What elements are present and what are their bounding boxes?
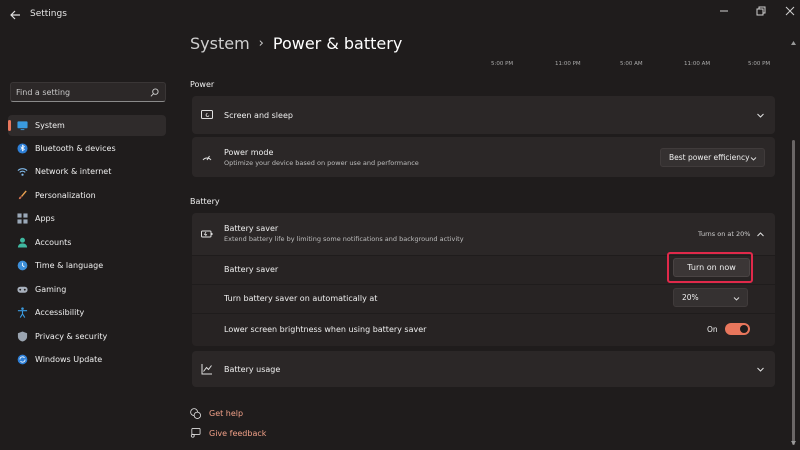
brightness-label: Lower screen brightness when using batte…	[224, 325, 427, 334]
sidebar-item-label: Apps	[35, 214, 55, 223]
chevron-down-icon	[733, 297, 740, 301]
sidebar-item-windows-update[interactable]: Windows Update	[8, 349, 166, 370]
battery-saver-title: Battery saver	[224, 224, 279, 233]
breadcrumb: System › Power & battery	[190, 34, 402, 53]
sidebar-item-label: Accessibility	[35, 308, 85, 317]
battery-saver-icon	[201, 230, 213, 238]
sidebar-item-label: Personalization	[35, 191, 96, 200]
sidebar-item-label: Network & internet	[35, 167, 112, 176]
brightness-row: Lower screen brightness when using batte…	[192, 314, 775, 346]
scroll-up-icon[interactable]	[790, 40, 797, 46]
chart-time-label: 5:00 AM	[620, 61, 643, 67]
power-heading: Power	[190, 80, 215, 89]
person-icon	[17, 237, 28, 248]
search-input[interactable]	[16, 85, 146, 99]
sidebar-item-personalization[interactable]: Personalization	[8, 185, 166, 206]
toggle-knob	[740, 325, 748, 333]
sidebar-item-network[interactable]: Network & internet	[8, 161, 166, 182]
chart-time-label: 11:00 AM	[684, 61, 711, 67]
title-bar: Settings	[0, 0, 800, 30]
back-arrow-icon[interactable]	[8, 8, 22, 22]
search-box[interactable]	[10, 82, 166, 102]
sidebar-item-time-language[interactable]: Time & language	[8, 255, 166, 276]
app-title: Settings	[30, 9, 67, 19]
minimize-icon[interactable]	[714, 4, 734, 18]
battery-saver-card[interactable]: Battery saver Extend battery life by lim…	[192, 213, 775, 255]
auto-threshold-dropdown[interactable]: 20%	[673, 288, 748, 307]
sidebar-item-label: Time & language	[35, 261, 104, 270]
monitor-icon	[17, 121, 28, 131]
give-feedback-link[interactable]: Give feedback	[209, 429, 266, 438]
chart-time-label: 5:00 PM	[491, 61, 514, 67]
brightness-toggle[interactable]	[725, 323, 750, 335]
close-icon[interactable]	[780, 4, 800, 18]
page-title: Power & battery	[272, 34, 403, 53]
power-mode-dropdown[interactable]: Best power efficiency	[660, 148, 765, 167]
battery-saver-subtitle: Extend battery life by limiting some not…	[224, 235, 464, 243]
sidebar-item-bluetooth[interactable]: Bluetooth & devices	[8, 138, 166, 159]
power-mode-icon	[202, 155, 212, 161]
help-icon	[190, 408, 201, 419]
active-indicator	[8, 120, 11, 131]
gamepad-icon	[17, 286, 28, 293]
sidebar-item-label: Gaming	[35, 285, 67, 294]
feedback-icon	[190, 428, 201, 438]
brush-icon	[18, 190, 27, 200]
screen-sleep-card[interactable]: Screen and sleep	[192, 96, 775, 134]
wifi-icon	[17, 168, 28, 176]
breadcrumb-parent[interactable]: System	[190, 34, 250, 53]
accessibility-icon	[17, 307, 28, 318]
sidebar-item-apps[interactable]: Apps	[8, 208, 166, 229]
bluetooth-icon	[17, 143, 28, 154]
search-icon[interactable]	[150, 88, 159, 97]
battery-usage-card[interactable]: Battery usage	[192, 351, 775, 387]
sidebar-item-system[interactable]: System	[8, 115, 166, 136]
sidebar-item-label: Windows Update	[35, 355, 103, 364]
sidebar-item-label: Privacy & security	[35, 332, 108, 341]
scrollbar-thumb[interactable]	[792, 140, 795, 445]
shield-icon	[17, 331, 28, 342]
auto-threshold-value: 20%	[682, 293, 699, 302]
chevron-down-icon[interactable]	[756, 365, 765, 374]
screen-sleep-title: Screen and sleep	[224, 111, 293, 120]
sidebar-item-label: Accounts	[35, 238, 72, 247]
restore-icon[interactable]	[750, 4, 770, 18]
chevron-down-icon	[750, 157, 757, 161]
scroll-down-icon[interactable]	[790, 440, 797, 446]
power-mode-subtitle: Optimize your device based on power use …	[224, 159, 419, 167]
sidebar-item-label: System	[35, 121, 65, 130]
battery-usage-title: Battery usage	[224, 365, 281, 374]
sidebar-item-label: Bluetooth & devices	[35, 144, 116, 153]
breadcrumb-separator-icon: ›	[258, 36, 264, 51]
power-mode-title: Power mode	[224, 148, 274, 157]
sidebar-item-privacy[interactable]: Privacy & security	[8, 326, 166, 347]
chart-time-label: 11:00 PM	[555, 61, 581, 67]
highlight-box	[667, 252, 753, 283]
chart-time-label: 5:00 PM	[748, 61, 771, 67]
chevron-down-icon[interactable]	[756, 111, 765, 120]
update-icon	[17, 354, 28, 365]
chart-line-icon	[201, 364, 212, 375]
sidebar-item-accessibility[interactable]: Accessibility	[8, 302, 166, 323]
screen-sleep-icon	[201, 110, 213, 119]
chevron-up-icon[interactable]	[756, 230, 765, 239]
sidebar-item-accounts[interactable]: Accounts	[8, 232, 166, 253]
battery-saver-row-label: Battery saver	[224, 265, 279, 274]
battery-heading: Battery	[190, 197, 220, 206]
globe-clock-icon	[17, 260, 28, 271]
auto-battery-saver-label: Turn battery saver on automatically at	[224, 294, 378, 303]
brightness-toggle-state: On	[707, 325, 718, 334]
apps-icon	[17, 213, 28, 224]
sidebar-item-gaming[interactable]: Gaming	[8, 279, 166, 300]
get-help-link[interactable]: Get help	[209, 409, 243, 418]
power-mode-value: Best power efficiency	[669, 153, 750, 162]
battery-saver-status: Turns on at 20%	[698, 230, 751, 238]
